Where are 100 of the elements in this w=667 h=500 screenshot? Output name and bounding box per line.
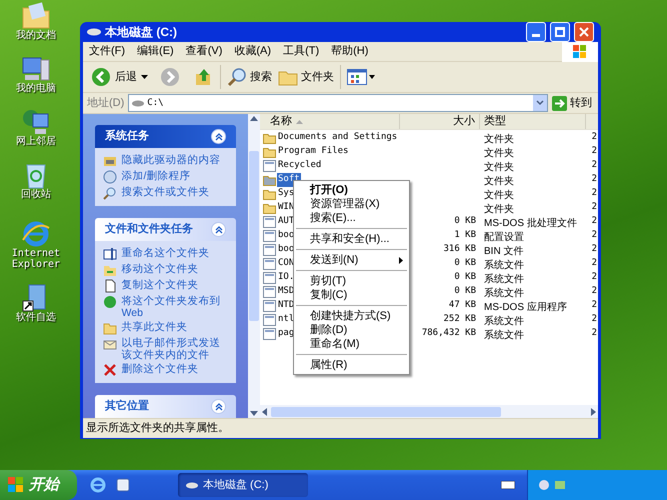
collapse-icon[interactable]	[214, 132, 222, 140]
file-size: 0 KB	[454, 257, 476, 270]
maximize-button[interactable]	[550, 22, 570, 42]
search-icon	[103, 186, 117, 200]
drive-icon	[132, 100, 144, 106]
file-name[interactable]: Recycled	[277, 159, 322, 173]
file-date: 2	[592, 215, 597, 228]
file-date: 2	[592, 285, 597, 298]
file-size: 786,432 KB	[422, 327, 476, 340]
file-size: 0 KB	[454, 271, 476, 284]
task-link[interactable]: 搜索文件或文件夹	[122, 186, 228, 198]
panel-header[interactable]: 系统任务	[95, 125, 236, 148]
folder-icon	[103, 321, 117, 335]
file-date: 2	[592, 229, 597, 242]
file-date: 2	[592, 159, 597, 172]
menu-item[interactable]: 发送到(N)	[294, 253, 409, 267]
scroll-up-icon[interactable]	[250, 116, 258, 121]
collapse-icon[interactable]	[214, 226, 222, 234]
task-link[interactable]: 将这个文件夹发布到 Web	[122, 295, 228, 319]
task-link[interactable]: 删除这个文件夹	[122, 363, 228, 375]
task-link[interactable]: 添加/删除程序	[122, 170, 228, 182]
caret-icon	[369, 75, 375, 79]
menu-item[interactable]: 重命名(M)	[294, 337, 409, 351]
icon-label: 网上邻居	[16, 136, 56, 147]
taskbar-button[interactable]: 本地磁盘 (C:)	[178, 473, 308, 497]
file-icon	[263, 216, 276, 228]
file-name[interactable]: Program Files	[277, 145, 350, 159]
file-name[interactable]: Sys	[277, 187, 296, 201]
folders-button[interactable]: 文件夹	[278, 68, 334, 86]
file-type: MS-DOS 批处理文件	[484, 218, 577, 229]
horizontal-scrollbar[interactable]	[260, 405, 598, 418]
scroll-down-icon[interactable]	[250, 411, 258, 416]
search-button[interactable]: 搜索	[227, 67, 272, 87]
file-size: 316 KB	[443, 243, 476, 256]
file-icon	[263, 286, 276, 298]
status-text: 显示所选文件夹的共享属性。	[86, 420, 229, 436]
vertical-scrollbar[interactable]	[248, 114, 260, 418]
menu-item[interactable]: 复制(C)	[294, 288, 409, 302]
back-button[interactable]: 后退	[91, 67, 148, 87]
desktop-icon[interactable]	[116, 477, 130, 493]
column-header[interactable]: 类型	[484, 113, 506, 130]
task-link[interactable]: 隐藏此驱动器的内容	[122, 154, 228, 166]
panel-header[interactable]: 文件和文件夹任务	[95, 218, 236, 241]
menu-item[interactable]: 工具(T)	[277, 43, 326, 60]
document-icon	[103, 279, 117, 293]
file-type: 系统文件	[484, 288, 524, 299]
file-name[interactable]: ntl	[277, 313, 296, 327]
file-date: 2	[592, 257, 597, 270]
scroll-left-icon[interactable]	[262, 408, 267, 416]
menu-item[interactable]: 收藏(A)	[228, 43, 278, 60]
cd-icon	[103, 170, 117, 184]
computer-icon[interactable]	[21, 55, 51, 83]
minimize-button[interactable]	[526, 22, 546, 42]
menu-item[interactable]: 帮助(H)	[325, 43, 374, 60]
close-button[interactable]	[574, 22, 594, 42]
file-name[interactable]: Documents and Settings	[277, 131, 398, 145]
folder-arrow-icon	[103, 263, 117, 277]
file-icon	[263, 230, 276, 242]
icon-label: 软件自选	[16, 312, 56, 323]
file-name[interactable]: AUT	[277, 215, 296, 229]
views-button[interactable]	[347, 69, 375, 85]
menu-item[interactable]: 创建快捷方式(S)	[294, 309, 409, 323]
column-header[interactable]: 大小	[453, 113, 475, 130]
menu-item[interactable]: 共享和安全(H)...	[294, 232, 409, 246]
menu-item[interactable]: 查看(V)	[180, 43, 228, 60]
task-link[interactable]: 复制这个文件夹	[122, 279, 228, 291]
column-header[interactable]: 名称	[270, 113, 292, 130]
task-link[interactable]: 移动这个文件夹	[122, 263, 228, 275]
scroll-right-icon[interactable]	[591, 408, 596, 416]
collapse-icon[interactable]	[214, 402, 222, 410]
go-button[interactable]: 转到	[552, 94, 594, 112]
file-type: 系统文件	[484, 274, 524, 285]
menu-item[interactable]: 剪切(T)	[294, 274, 409, 288]
address-field[interactable]: C:\	[128, 94, 548, 112]
file-name[interactable]: IO.	[277, 271, 296, 285]
file-icon	[263, 314, 276, 326]
menu-item[interactable]: 属性(R)	[294, 358, 409, 372]
file-icon	[263, 160, 276, 172]
task-link[interactable]: 以电子邮件形式发送该文件夹内的文件	[122, 337, 228, 361]
menu-item[interactable]: 编辑(E)	[131, 43, 180, 60]
panel-header[interactable]: 其它位置	[95, 395, 236, 418]
task-link[interactable]: 共享此文件夹	[122, 321, 228, 333]
file-date: 2	[592, 243, 597, 256]
dropdown-icon[interactable]	[533, 95, 547, 111]
menu-item[interactable]: 资源管理器(X)	[294, 197, 409, 211]
menu-item[interactable]: 删除(D)	[294, 323, 409, 337]
menu-item[interactable]: 文件(F)	[83, 43, 132, 60]
start-button[interactable]: 开始	[0, 470, 77, 500]
file-size: 47 KB	[448, 299, 476, 312]
go-arrow-icon	[552, 96, 567, 110]
views-icon	[347, 69, 367, 85]
task-link[interactable]: 重命名这个文件夹	[122, 247, 228, 259]
icon-label: Internet Explorer	[10, 248, 62, 270]
file-date: 2	[592, 187, 597, 200]
network-computer-icon[interactable]	[21, 108, 51, 136]
file-type: BIN 文件	[484, 246, 524, 257]
file-type: 文件夹	[484, 148, 514, 159]
icon-label: 我的电脑	[16, 83, 56, 94]
menu-item[interactable]: 搜索(E)...	[294, 211, 409, 225]
browser-icon[interactable]	[90, 477, 106, 493]
